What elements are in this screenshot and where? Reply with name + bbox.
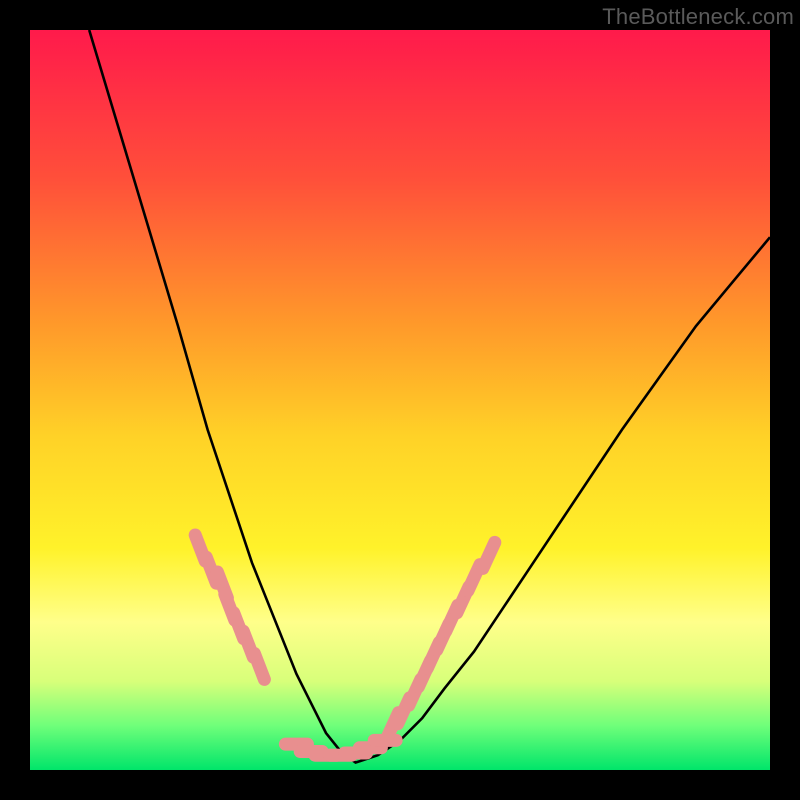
plot-area <box>30 30 770 770</box>
watermark-text: TheBottleneck.com <box>602 4 794 30</box>
data-marker <box>254 653 264 679</box>
data-marker <box>483 542 495 568</box>
chart-stage: TheBottleneck.com <box>0 0 800 800</box>
marker-group <box>195 535 495 755</box>
curve-layer <box>30 30 770 770</box>
